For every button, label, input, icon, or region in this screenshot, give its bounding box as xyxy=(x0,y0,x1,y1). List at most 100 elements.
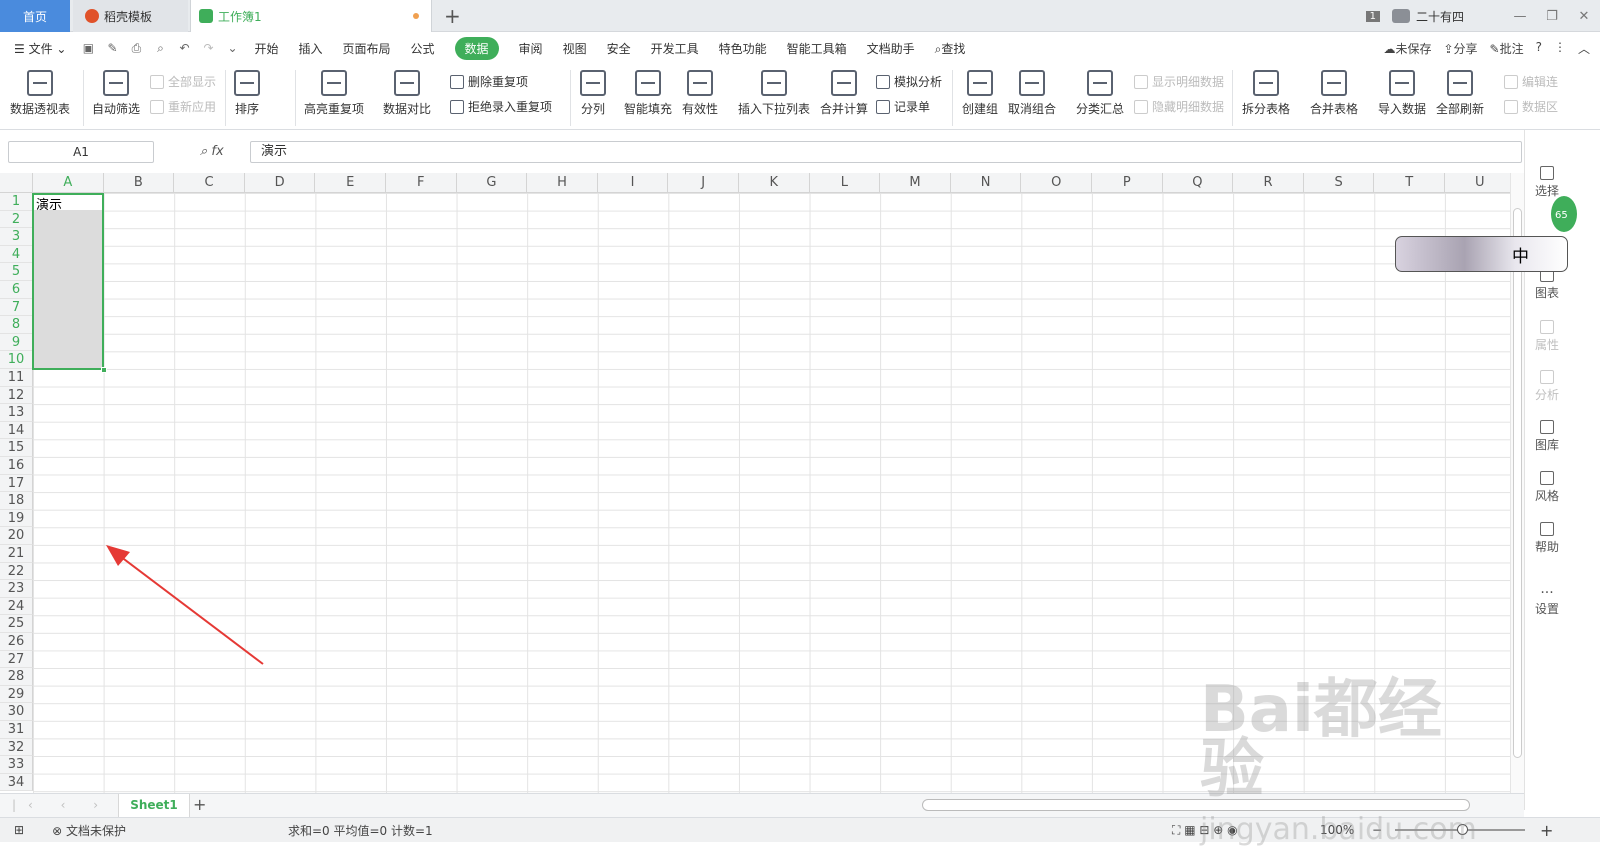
create-group-button[interactable]: 创建组 xyxy=(962,70,998,117)
row-header[interactable]: 1 xyxy=(0,193,33,211)
collapse-ribbon-icon[interactable]: ︿ xyxy=(1578,40,1590,57)
zoom-in-button[interactable]: + xyxy=(1540,821,1553,840)
row-header[interactable]: 33 xyxy=(0,756,33,774)
sidebar-analysis[interactable]: 分析 xyxy=(1525,370,1569,403)
smart-fill-button[interactable]: 智能填充 xyxy=(624,70,672,117)
menu-data[interactable]: 数据 xyxy=(454,36,499,60)
more-icon[interactable]: ⋮ xyxy=(1554,40,1566,57)
new-tab-button[interactable]: + xyxy=(444,4,461,28)
share-button[interactable]: ⇪分享 xyxy=(1443,40,1477,57)
column-header[interactable]: C xyxy=(174,173,245,193)
column-header[interactable]: J xyxy=(668,173,739,193)
insert-dropdown-button[interactable]: 插入下拉列表 xyxy=(738,70,810,117)
column-header[interactable]: Q xyxy=(1162,173,1234,193)
row-header[interactable]: 28 xyxy=(0,668,33,686)
zoom-formula-icon[interactable]: ⌕ xyxy=(200,144,207,159)
column-header[interactable]: N xyxy=(950,173,1022,193)
row-header[interactable]: 5 xyxy=(0,263,33,281)
protection-status[interactable]: ⊗ 文档未保护 xyxy=(52,822,126,839)
row-header[interactable]: 34 xyxy=(0,773,33,792)
menu-doc-assistant[interactable]: 文档助手 xyxy=(867,40,915,57)
formula-input[interactable]: 演示 xyxy=(250,141,1522,163)
close-button[interactable]: ✕ xyxy=(1568,9,1600,24)
window-count-badge[interactable]: 1 xyxy=(1365,10,1380,22)
column-header[interactable]: H xyxy=(527,173,598,193)
row-header[interactable]: 15 xyxy=(0,439,33,457)
tab-workbook[interactable]: 工作簿1 xyxy=(190,0,432,32)
column-header[interactable]: F xyxy=(386,173,457,193)
column-header[interactable]: B xyxy=(103,173,175,193)
column-header[interactable]: T xyxy=(1374,173,1445,193)
autofilter-button[interactable]: 自动筛选 xyxy=(92,70,140,117)
maximize-button[interactable]: ❐ xyxy=(1536,9,1568,24)
row-header[interactable]: 18 xyxy=(0,492,33,510)
row-header[interactable]: 13 xyxy=(0,404,33,422)
user-name[interactable]: 二十有四 xyxy=(1416,8,1464,25)
row-header[interactable]: 26 xyxy=(0,633,33,651)
row-header[interactable]: 23 xyxy=(0,580,33,598)
add-sheet-button[interactable]: + xyxy=(193,795,206,814)
row-header[interactable]: 32 xyxy=(0,738,33,757)
macro-icon[interactable]: ⊞ xyxy=(14,823,24,837)
sidebar-chart[interactable]: 图表 xyxy=(1525,268,1569,301)
row-header[interactable]: 4 xyxy=(0,245,33,264)
row-header[interactable]: 25 xyxy=(0,615,33,633)
search-button[interactable]: ⌕查找 xyxy=(935,40,966,57)
row-header[interactable]: 21 xyxy=(0,545,33,563)
row-header[interactable]: 17 xyxy=(0,474,33,493)
record-form-button[interactable]: 记录单 xyxy=(876,98,930,115)
row-header[interactable]: 20 xyxy=(0,527,33,545)
sheet-tab-sheet1[interactable]: Sheet1 xyxy=(118,794,190,818)
menu-developer[interactable]: 开发工具 xyxy=(651,40,699,57)
row-header[interactable]: 7 xyxy=(0,298,33,317)
print-icon[interactable]: ⎙ xyxy=(128,40,144,56)
row-header[interactable]: 9 xyxy=(0,333,33,352)
column-header[interactable]: K xyxy=(739,173,810,193)
row-header[interactable]: 22 xyxy=(0,562,33,581)
sidebar-properties[interactable]: 属性 xyxy=(1525,320,1569,353)
row-header[interactable]: 2 xyxy=(0,210,33,229)
print-preview-icon[interactable]: ⌕ xyxy=(152,40,168,56)
sidebar-gallery[interactable]: 图库 xyxy=(1525,420,1569,453)
sidebar-style[interactable]: 风格 xyxy=(1525,471,1569,504)
column-header[interactable]: A xyxy=(33,173,104,193)
row-header[interactable]: 16 xyxy=(0,457,33,475)
edit-link-button[interactable]: 编辑连 xyxy=(1504,73,1558,90)
what-if-button[interactable]: 模拟分析 xyxy=(876,73,942,90)
file-menu[interactable]: ☰ 文件 ⌄ xyxy=(14,40,66,57)
column-header[interactable]: M xyxy=(880,173,951,193)
name-box[interactable]: A1 xyxy=(8,141,154,163)
avatar[interactable] xyxy=(1391,9,1410,23)
quick-access-dropdown-icon[interactable]: ⌄ xyxy=(224,40,240,56)
help-button[interactable]: ? xyxy=(1536,40,1542,57)
column-header[interactable]: D xyxy=(244,173,316,193)
minimize-button[interactable]: — xyxy=(1504,9,1536,24)
row-header[interactable]: 11 xyxy=(0,369,33,387)
row-header[interactable]: 30 xyxy=(0,703,33,721)
vertical-scroll-thumb[interactable] xyxy=(1513,208,1522,758)
tab-templates[interactable]: 稻壳模板 xyxy=(73,0,188,32)
row-header[interactable]: 31 xyxy=(0,721,33,739)
menu-review[interactable]: 审阅 xyxy=(519,40,543,57)
fx-icon[interactable]: fx xyxy=(211,144,223,159)
column-header[interactable]: I xyxy=(597,173,669,193)
row-header[interactable]: 19 xyxy=(0,509,33,528)
annotate-button[interactable]: ✎批注 xyxy=(1490,40,1524,57)
row-header[interactable]: 24 xyxy=(0,597,33,616)
row-header[interactable]: 6 xyxy=(0,281,33,299)
floating-speed-badge[interactable]: 65 xyxy=(1549,194,1579,234)
refresh-all-button[interactable]: 全部刷新 xyxy=(1436,70,1484,117)
ungroup-button[interactable]: 取消组合 xyxy=(1008,70,1056,117)
row-header[interactable]: 12 xyxy=(0,386,33,405)
menu-special[interactable]: 特色功能 xyxy=(719,40,767,57)
sort-button[interactable]: 排序 xyxy=(234,70,260,117)
column-header[interactable]: U xyxy=(1445,173,1510,193)
pivot-table-button[interactable]: 数据透视表 xyxy=(10,70,70,117)
menu-page-layout[interactable]: 页面布局 xyxy=(343,40,391,57)
consolidate-button[interactable]: 合并计算 xyxy=(820,70,868,117)
row-header[interactable]: 8 xyxy=(0,316,33,334)
subtotal-button[interactable]: 分类汇总 xyxy=(1076,70,1124,117)
menu-security[interactable]: 安全 xyxy=(607,40,631,57)
menu-formula[interactable]: 公式 xyxy=(411,40,435,57)
menu-insert[interactable]: 插入 xyxy=(298,40,322,57)
